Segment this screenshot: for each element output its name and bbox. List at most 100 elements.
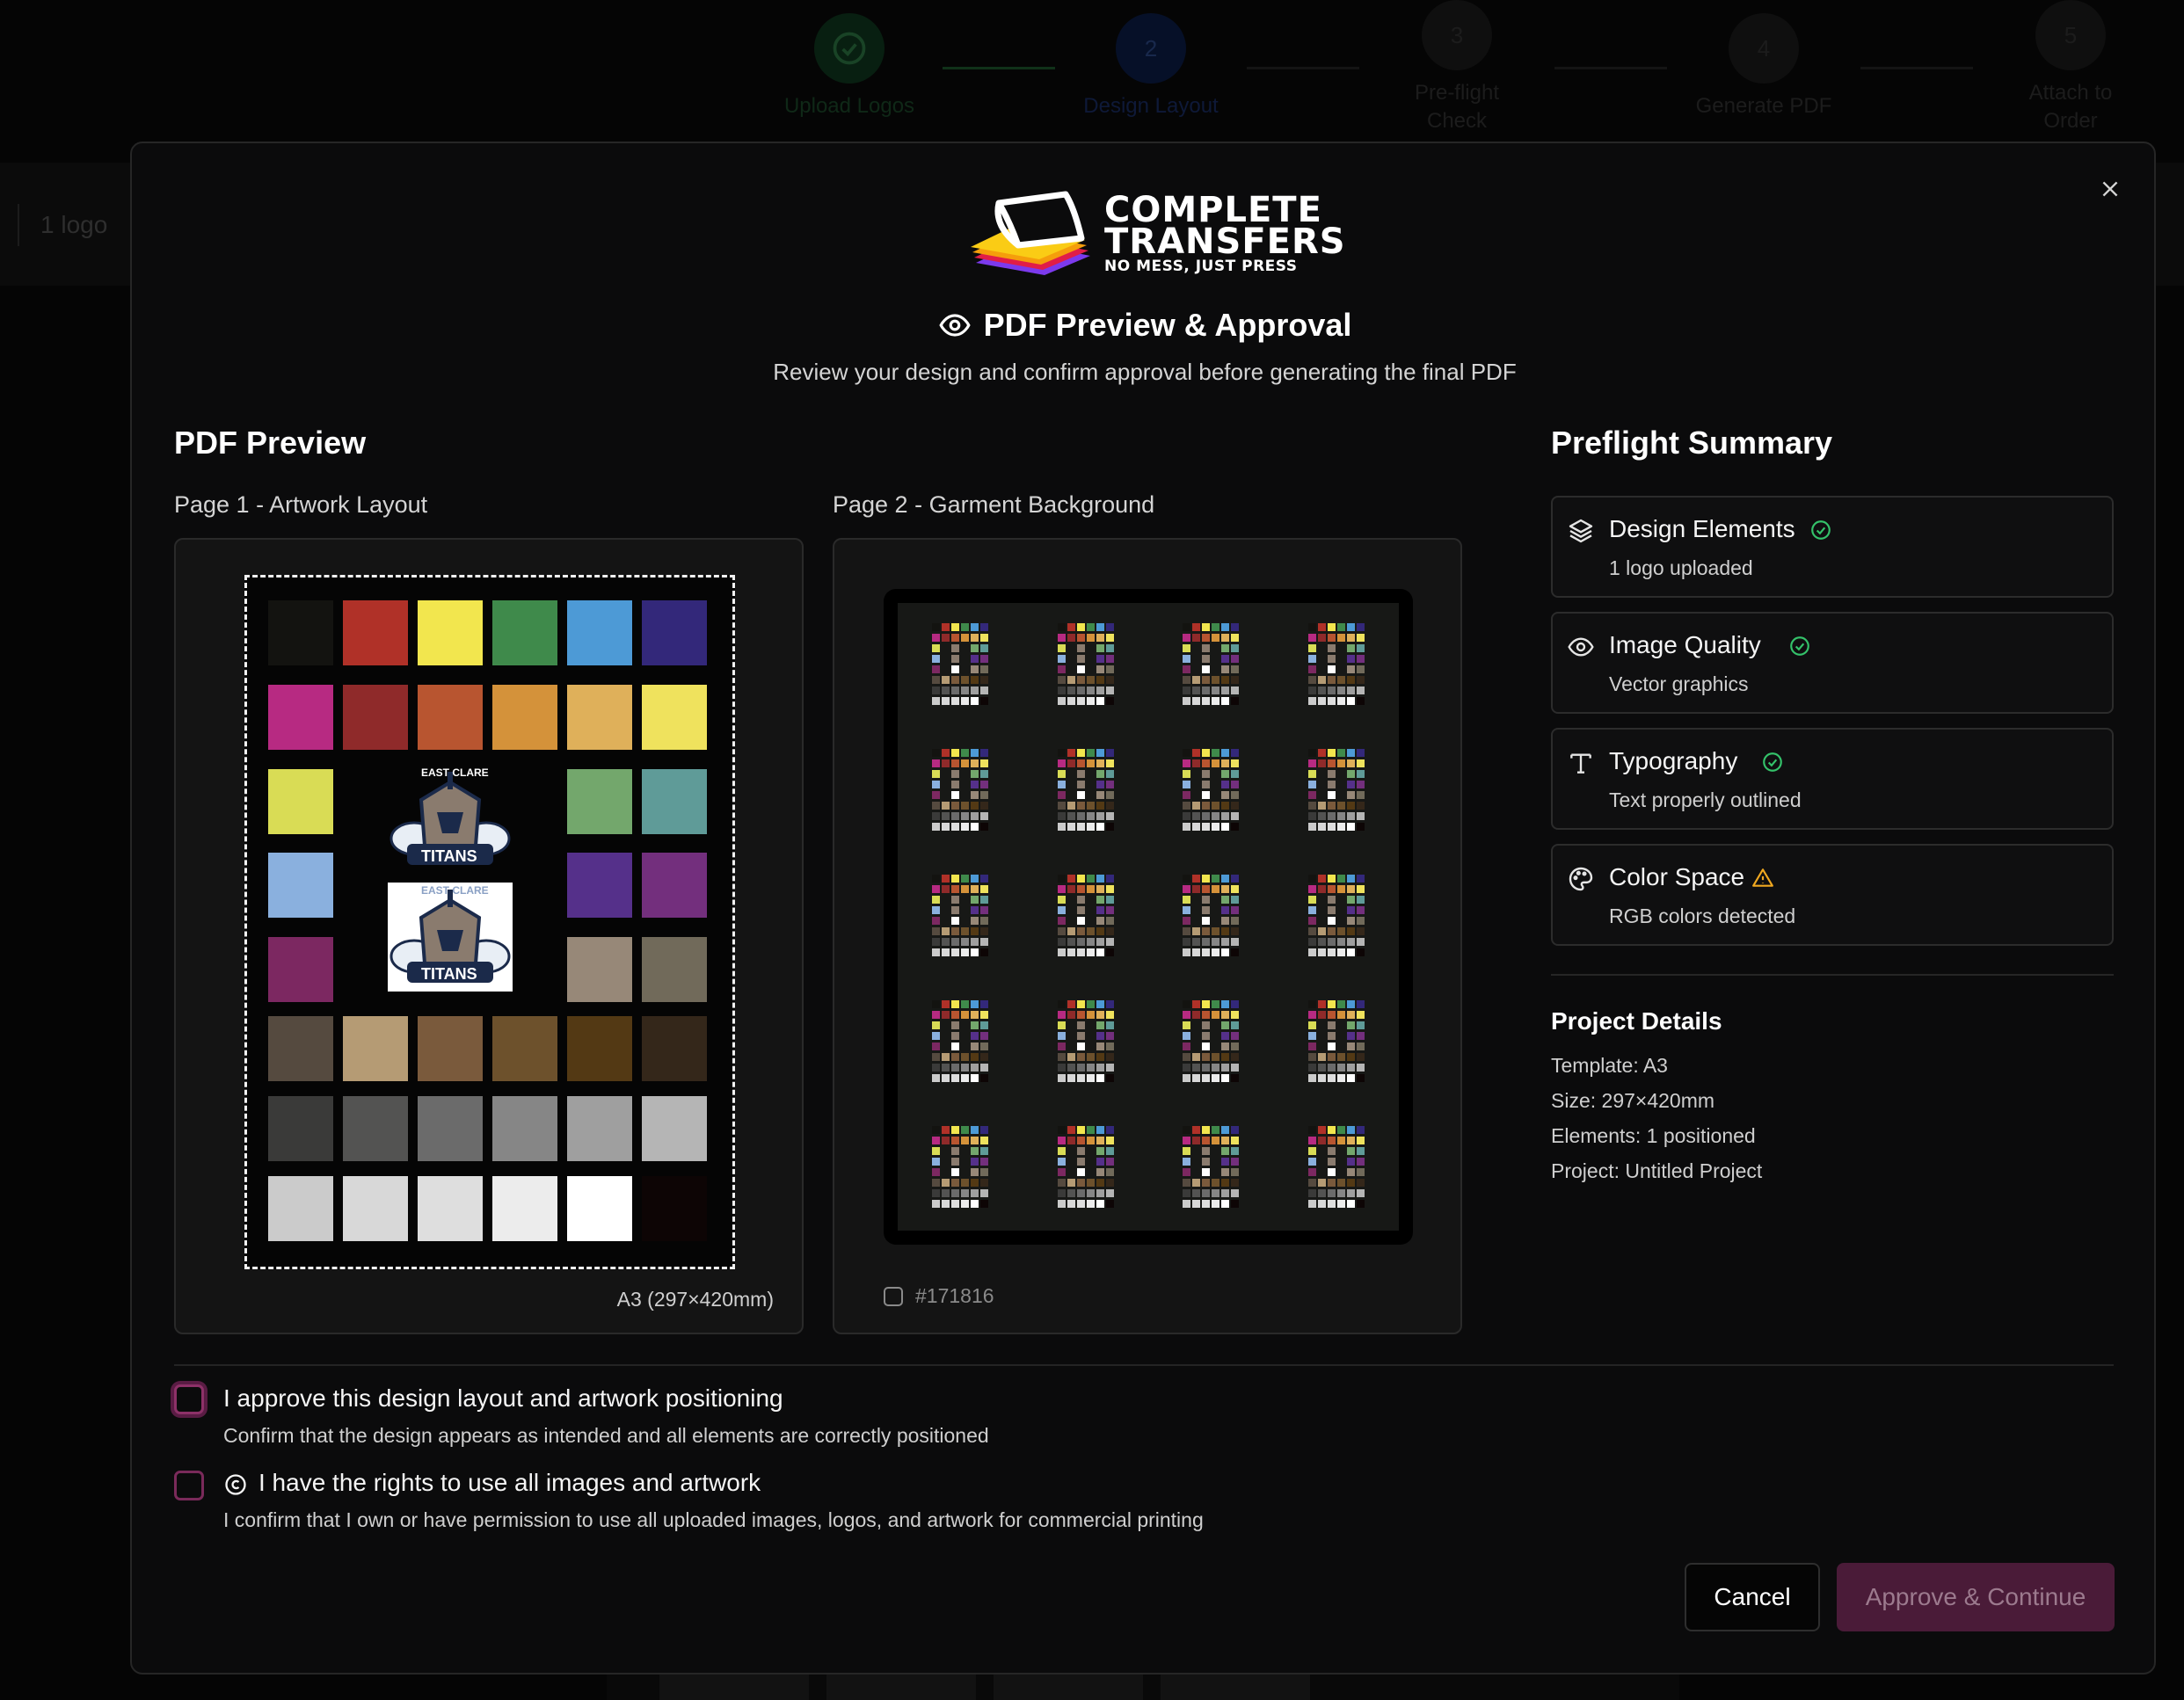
tile-swatch bbox=[942, 1032, 950, 1040]
tile-swatch bbox=[1057, 938, 1066, 946]
tile-swatch bbox=[951, 1157, 960, 1166]
tile-swatch bbox=[1096, 676, 1104, 685]
tile-swatch bbox=[951, 927, 960, 935]
tile-swatch bbox=[1231, 1021, 1240, 1029]
tile-swatch bbox=[971, 802, 979, 810]
tile-swatch bbox=[932, 1052, 941, 1061]
color-swatch bbox=[642, 1016, 707, 1081]
tile-swatch bbox=[951, 1188, 960, 1197]
tile-swatch bbox=[1105, 999, 1114, 1008]
modal-subtitle: Review your design and confirm approval … bbox=[773, 359, 1517, 385]
tile-swatch bbox=[1096, 749, 1104, 758]
approve-continue-button[interactable]: Approve & Continue bbox=[1837, 1563, 2115, 1631]
tile-swatch bbox=[1087, 1147, 1095, 1155]
tile-swatch bbox=[1317, 623, 1326, 632]
tile-swatch bbox=[1221, 1146, 1230, 1155]
team-logo-on-white[interactable]: TITANS EAST CLARE bbox=[388, 883, 513, 992]
tile-swatch bbox=[1231, 791, 1240, 800]
tile-swatch bbox=[1192, 676, 1201, 685]
tile-swatch bbox=[1336, 999, 1345, 1008]
tile-swatch bbox=[1067, 634, 1075, 643]
brand-name-line2: TRANSFERS bbox=[1104, 222, 1346, 262]
tile-swatch bbox=[1202, 1188, 1211, 1197]
close-icon bbox=[2102, 181, 2118, 197]
tile-swatch bbox=[961, 917, 969, 925]
tile-swatch bbox=[942, 1178, 950, 1187]
tile-swatch bbox=[971, 927, 979, 935]
tile-swatch bbox=[980, 1188, 989, 1197]
preflight-item-detail: Text properly outlined bbox=[1609, 788, 1802, 811]
tile-swatch bbox=[1202, 1125, 1211, 1134]
tile-swatch bbox=[1307, 875, 1316, 883]
tile-swatch bbox=[1057, 655, 1066, 664]
tile-swatch bbox=[951, 687, 960, 695]
tile-swatch bbox=[1317, 927, 1326, 935]
tile-swatch bbox=[1087, 1032, 1095, 1040]
tile-swatch bbox=[1067, 1063, 1075, 1072]
tile-swatch bbox=[1183, 687, 1191, 695]
tile-swatch bbox=[1105, 927, 1114, 935]
close-button[interactable] bbox=[2093, 171, 2128, 207]
tile-swatch bbox=[1307, 1073, 1316, 1082]
tile-swatch bbox=[1067, 697, 1075, 706]
approve-layout-label[interactable]: I approve this design layout and artwork… bbox=[223, 1384, 783, 1413]
tile-swatch bbox=[980, 1042, 989, 1050]
tile-swatch bbox=[942, 1199, 950, 1208]
tile-swatch bbox=[1318, 1032, 1326, 1040]
artwork-tile bbox=[1057, 875, 1114, 959]
tile-swatch bbox=[1192, 885, 1201, 893]
tile-swatch bbox=[1221, 634, 1230, 643]
tile-swatch bbox=[1336, 1125, 1345, 1134]
tile-swatch bbox=[1183, 1052, 1191, 1061]
tile-swatch bbox=[1096, 812, 1104, 821]
approve-layout-checkbox[interactable] bbox=[174, 1384, 204, 1414]
rights-checkbox[interactable] bbox=[174, 1471, 204, 1500]
tile-swatch bbox=[1346, 1125, 1355, 1134]
tile-swatch bbox=[942, 791, 950, 799]
artwork-tile bbox=[932, 1125, 989, 1210]
tile-swatch bbox=[1327, 1031, 1336, 1040]
tile-swatch bbox=[971, 655, 979, 664]
tile-swatch bbox=[932, 1136, 941, 1144]
tile-swatch bbox=[1192, 781, 1200, 788]
tile-swatch bbox=[980, 999, 989, 1008]
tile-swatch bbox=[1346, 1199, 1355, 1208]
tile-swatch bbox=[951, 1052, 960, 1061]
tile-swatch bbox=[1327, 875, 1336, 883]
tile-swatch bbox=[942, 634, 950, 643]
tile-swatch bbox=[1057, 1063, 1066, 1072]
tile-swatch bbox=[1221, 812, 1230, 821]
tile-swatch bbox=[1356, 687, 1365, 695]
tile-swatch bbox=[1212, 1136, 1220, 1144]
team-logo[interactable]: TITANS EAST CLARE bbox=[388, 765, 513, 874]
tile-swatch bbox=[1346, 1063, 1355, 1072]
tile-swatch bbox=[1183, 1063, 1191, 1072]
cancel-button[interactable]: Cancel bbox=[1685, 1563, 1820, 1631]
tile-swatch bbox=[1105, 1136, 1114, 1144]
tile-swatch bbox=[1318, 1043, 1326, 1050]
tile-swatch bbox=[1057, 1188, 1066, 1197]
tile-swatch bbox=[1221, 1188, 1230, 1197]
tile-swatch bbox=[1356, 875, 1365, 883]
artwork-tile bbox=[1183, 1125, 1240, 1210]
tile-swatch bbox=[1356, 938, 1365, 946]
tile-swatch bbox=[961, 749, 970, 758]
tile-swatch bbox=[951, 823, 960, 832]
tile-swatch bbox=[1096, 665, 1104, 674]
rights-label[interactable]: I have the rights to use all images and … bbox=[258, 1469, 761, 1497]
tile-swatch bbox=[1327, 812, 1336, 821]
tile-swatch bbox=[932, 655, 941, 664]
tile-swatch bbox=[961, 623, 970, 632]
artwork-sheet[interactable]: TITANS EAST CLARE TITANS EAST CLARE bbox=[244, 575, 735, 1269]
tile-swatch bbox=[1076, 634, 1085, 643]
tile-swatch bbox=[1356, 1188, 1365, 1197]
tile-swatch bbox=[1192, 770, 1200, 778]
tile-swatch bbox=[1067, 938, 1075, 946]
modal-title-row: PDF Preview & Approval bbox=[132, 307, 2158, 344]
tile-swatch bbox=[1336, 1178, 1345, 1187]
tile-swatch bbox=[980, 927, 989, 935]
tile-swatch bbox=[1336, 823, 1345, 832]
garment-background[interactable] bbox=[898, 603, 1399, 1231]
garment-color-checkbox[interactable] bbox=[884, 1286, 903, 1306]
tile-swatch bbox=[1192, 1158, 1200, 1166]
